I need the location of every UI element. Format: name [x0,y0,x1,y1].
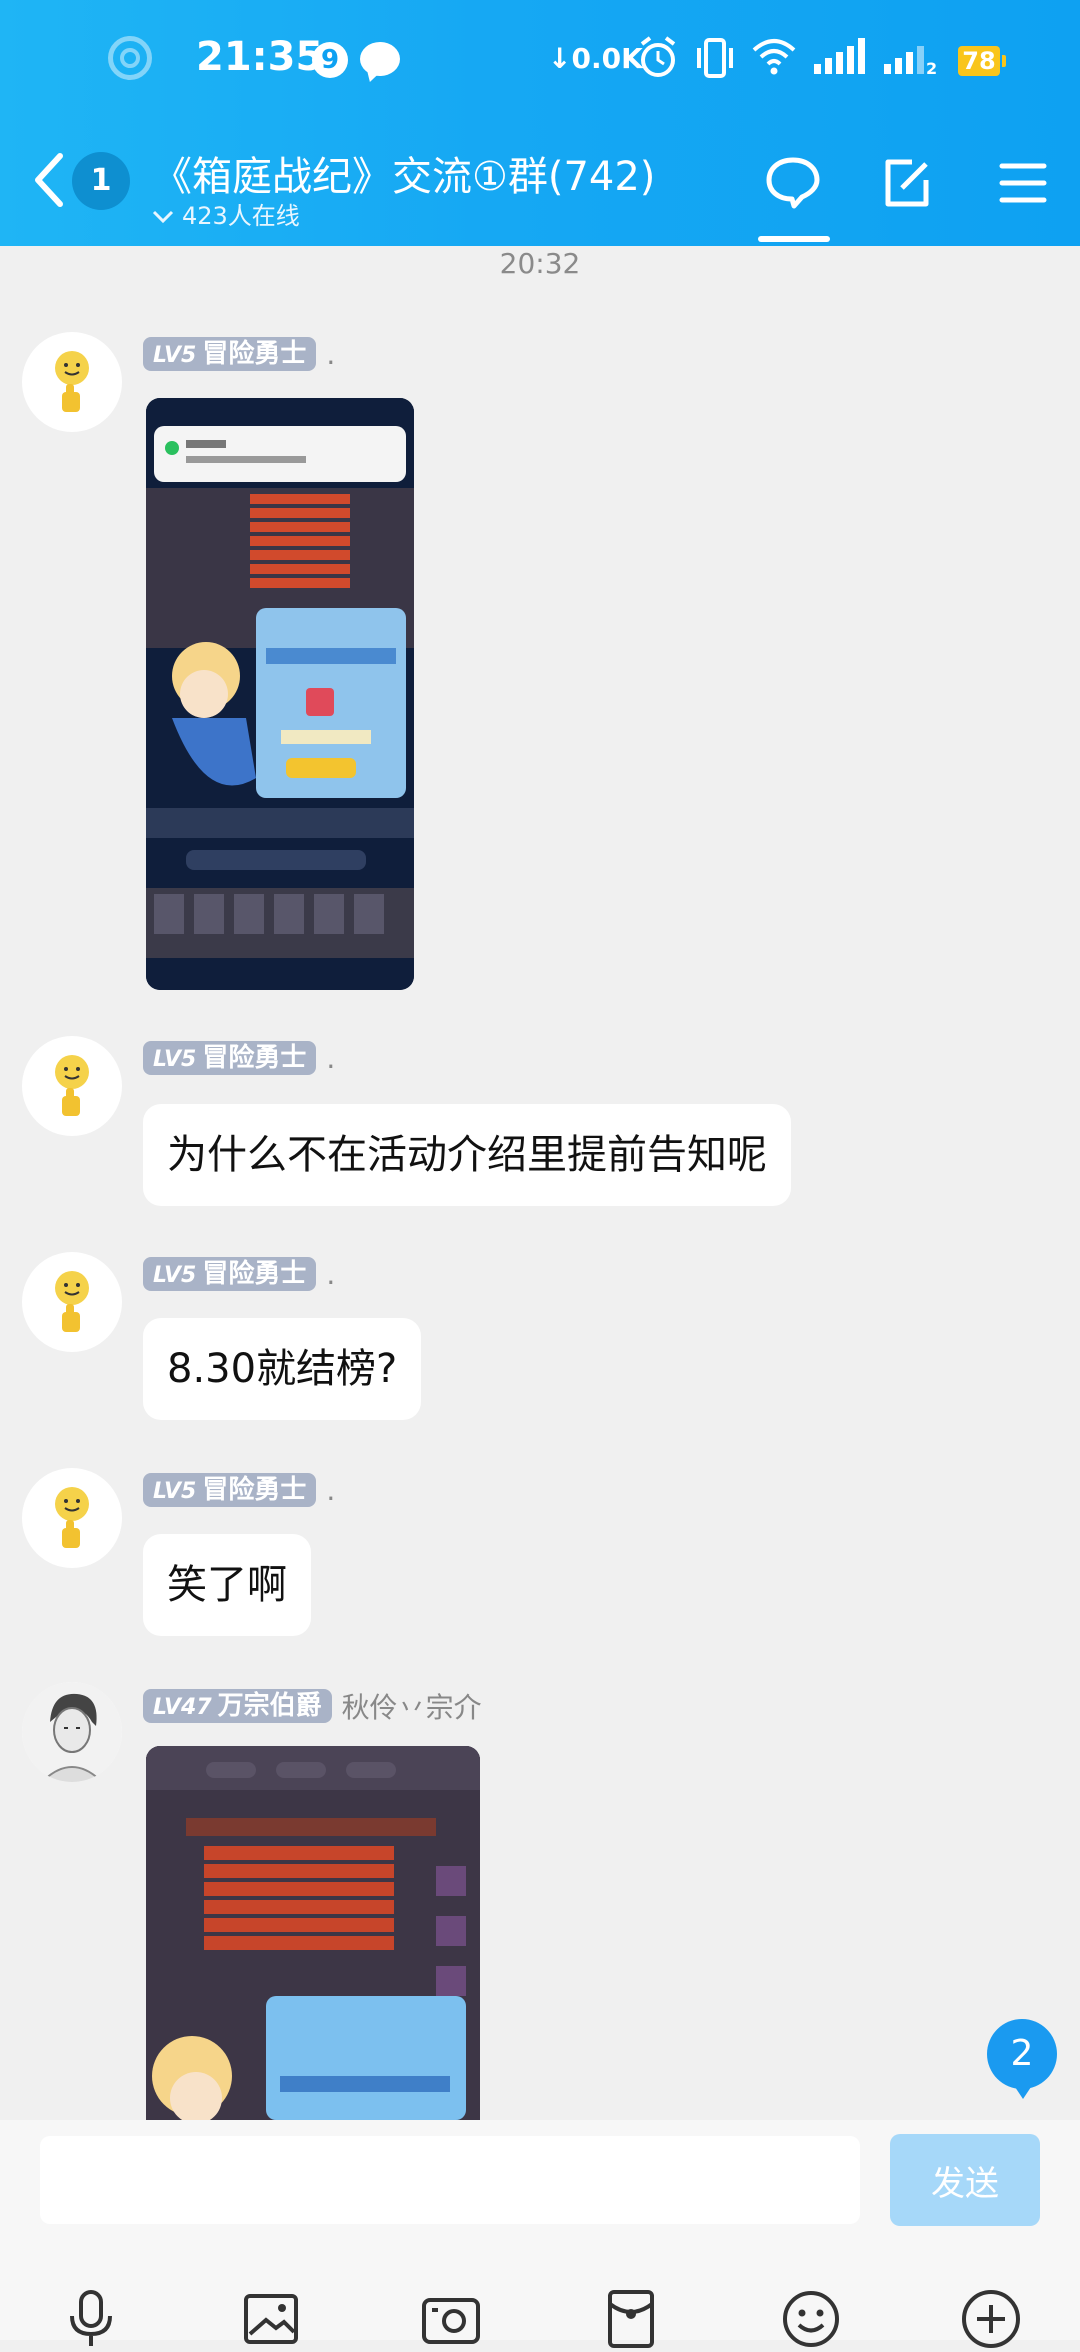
game-screenshot-image [146,398,414,990]
edit-note-icon[interactable] [878,154,936,212]
online-count[interactable]: 423人在线 [152,196,300,231]
message-meta: LV5 冒险勇士. [143,1040,335,1075]
message-meta: LV5 冒险勇士. [143,1472,335,1507]
smile-thumbs-up-avatar [55,1271,89,1332]
message-bubble[interactable]: 为什么不在活动介绍里提前告知呢 [143,1104,791,1206]
new-message-count-badge[interactable]: 2 [987,2019,1057,2099]
vibrate-icon [697,38,733,78]
image-message[interactable] [146,398,414,990]
level-badge: LV47 万宗伯爵 [143,1689,332,1723]
active-tab-indicator [758,236,830,242]
chat-bubble-icon[interactable] [764,154,822,212]
avatar[interactable] [22,332,122,432]
message-bubble[interactable]: 笑了啊 [143,1534,311,1636]
message-meta: LV5 冒险勇士. [143,1256,335,1291]
back-arrow-icon[interactable] [30,150,70,210]
menu-icon[interactable] [994,154,1052,212]
message-meta: LV5 冒险勇士. [143,336,335,371]
back-unread-count[interactable]: 1 [72,152,130,210]
photo-album-icon[interactable] [238,2286,304,2352]
message-meta: LV47 万宗伯爵 秋伶丷宗介 [143,1686,482,1726]
input-bar: 发送 [0,2120,1080,2348]
page-title[interactable]: 《箱庭战纪》交流①群(742) [152,144,655,202]
sketch-portrait-avatar [22,1682,122,1782]
smile-thumbs-up-avatar [55,1487,89,1548]
svg-text:2: 2 [926,59,937,76]
message-timestamp: 20:32 [499,247,581,280]
network-speed: ↓0.0K [548,42,643,75]
message-bubble-icon [360,42,400,76]
smile-thumbs-up-avatar [55,1055,89,1116]
game-screenshot-image [146,1746,480,2120]
microphone-icon[interactable] [58,2286,124,2352]
chevron-down-icon [152,210,174,224]
avatar[interactable] [22,1036,122,1136]
emoji-icon[interactable] [778,2286,844,2352]
camera-icon[interactable] [418,2286,484,2352]
signal-2-icon: 2 [884,46,937,76]
message-bubble[interactable]: 8.30就结榜? [143,1318,422,1420]
signal-1-icon [814,38,865,74]
level-badge: LV5 冒险勇士 [143,337,317,371]
plus-icon[interactable] [958,2286,1024,2352]
red-packet-icon[interactable] [598,2286,664,2352]
notification-count-badge: 9 [312,42,348,78]
level-badge: LV5 冒险勇士 [143,1257,317,1291]
avatar[interactable] [22,1468,122,1568]
level-badge: LV5 冒险勇士 [143,1473,317,1507]
sync-ring-icon [108,36,152,80]
smile-thumbs-up-avatar [55,351,89,412]
message-input[interactable] [40,2136,860,2224]
wifi-icon [752,39,796,75]
send-button[interactable]: 发送 [890,2134,1040,2226]
status-time: 21:35 [196,34,324,80]
avatar[interactable] [22,1682,122,1782]
avatar[interactable] [22,1252,122,1352]
alarm-icon [640,36,676,77]
level-badge: LV5 冒险勇士 [143,1041,317,1075]
battery-indicator: 78 [958,46,1006,76]
header: 21:35 9 ↓0.0K 2 78 1 《箱庭战纪》交流①群(742) 423… [0,0,1080,246]
image-message[interactable] [146,1746,480,2120]
status-bar: 21:35 9 ↓0.0K 2 78 [0,0,1080,120]
